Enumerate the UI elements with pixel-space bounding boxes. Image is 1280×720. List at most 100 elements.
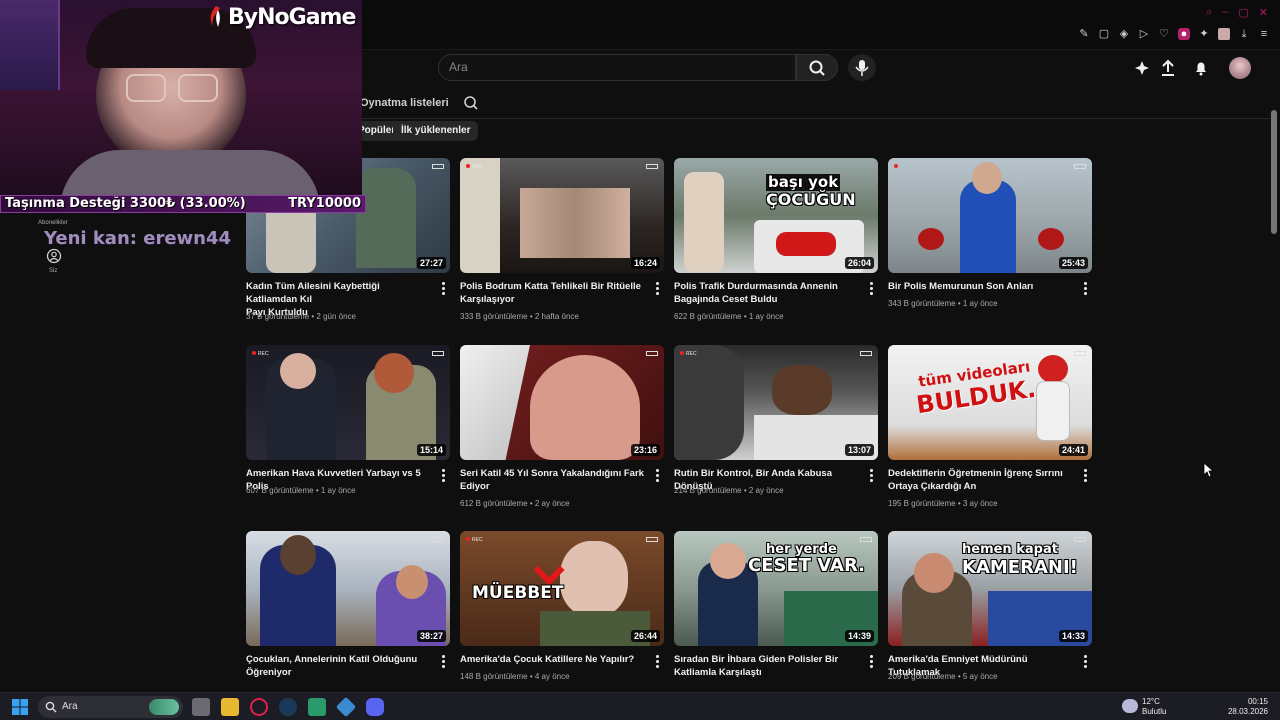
video-title[interactable]: Seri Katil 45 Yıl Sonra Yakalandığını Fa… bbox=[460, 467, 646, 493]
video-thumbnail[interactable]: MÜEBBET REC 26:44 bbox=[460, 531, 664, 646]
thumbnail-caption: ÇOCUĞUN bbox=[766, 190, 856, 209]
puzzle-icon[interactable]: ✦ bbox=[1198, 28, 1210, 40]
thumbnail-caption: hemen kapat bbox=[962, 542, 1058, 557]
video-thumbnail[interactable]: her yerde CESET VAR. 14:39 bbox=[674, 531, 878, 646]
video-meta: 37 B görüntüleme • 2 gün önce bbox=[246, 312, 356, 321]
extension-pink-icon[interactable]: ● bbox=[1178, 28, 1190, 40]
rec-indicator: REC bbox=[680, 351, 697, 357]
shield-icon[interactable]: ◈ bbox=[1118, 28, 1130, 40]
video-thumbnail[interactable]: tüm videoları BULDUK. 24:41 bbox=[888, 345, 1092, 460]
video-duration: 13:07 bbox=[844, 444, 874, 456]
donation-goal-bar: Taşınma Desteği 3300₺ (33.00%) TRY10000 bbox=[0, 195, 366, 213]
voice-search-button[interactable] bbox=[848, 54, 876, 81]
video-thumbnail[interactable]: hemen kapat KAMERANI! 14:33 bbox=[888, 531, 1092, 646]
video-title[interactable]: Polis Trafik Durdurmasında Annenin Bagajı… bbox=[674, 280, 860, 306]
video-thumbnail[interactable]: başı yok ÇOCUĞUN 26:04 bbox=[674, 158, 878, 273]
channel-search-icon[interactable] bbox=[463, 95, 479, 111]
discord-icon[interactable] bbox=[366, 698, 384, 716]
video-title[interactable]: Polis Bodrum Katta Tehlikeli Bir Ritüell… bbox=[460, 280, 646, 306]
weather-widget[interactable]: 12°C Bulutlu bbox=[1142, 697, 1166, 717]
profile-avatar-icon[interactable] bbox=[1218, 28, 1230, 40]
video-meta: 214 B görüntüleme • 2 ay önce bbox=[674, 486, 784, 495]
search-window-icon[interactable]: ⌕ bbox=[1206, 6, 1212, 19]
search-button[interactable] bbox=[796, 54, 838, 81]
search-input[interactable]: Ara bbox=[438, 54, 796, 81]
video-thumbnail[interactable]: REC 16:24 bbox=[460, 158, 664, 273]
thumbnail-caption: CESET VAR. bbox=[748, 555, 865, 576]
video-title[interactable]: Amerika'da Çocuk Katillere Ne Yapılır? bbox=[460, 653, 646, 666]
more-options-icon[interactable] bbox=[654, 655, 660, 669]
maximize-icon[interactable]: ▢ bbox=[1238, 6, 1248, 19]
page-scrollbar[interactable] bbox=[1271, 110, 1277, 234]
chip-oldest[interactable]: İlk yüklenenler bbox=[393, 121, 479, 141]
more-options-icon[interactable] bbox=[868, 469, 874, 483]
video-meta: 333 B görüntüleme • 2 hafta önce bbox=[460, 312, 579, 321]
more-options-icon[interactable] bbox=[654, 469, 660, 483]
account-avatar[interactable] bbox=[1229, 57, 1251, 79]
rec-indicator: REC bbox=[466, 164, 483, 170]
video-meta: 209 B görüntüleme • 5 ay önce bbox=[888, 672, 998, 681]
task-view-icon[interactable] bbox=[192, 698, 210, 716]
video-meta: 622 B görüntüleme • 1 ay önce bbox=[674, 312, 784, 321]
glasses-left bbox=[126, 74, 166, 102]
steam-icon[interactable] bbox=[279, 698, 297, 716]
video-title[interactable]: Sıradan Bir İhbara Giden Polisler Bir Kat… bbox=[674, 653, 860, 679]
more-options-icon[interactable] bbox=[440, 655, 446, 669]
more-options-icon[interactable] bbox=[868, 655, 874, 669]
tab-playlists[interactable]: Oynatma listeleri bbox=[360, 97, 449, 109]
video-title[interactable]: Dedektiflerin Öğretmenin İğrenç Sırrını O… bbox=[888, 467, 1074, 493]
create-icon[interactable] bbox=[1132, 58, 1152, 78]
video-duration: 16:24 bbox=[630, 257, 660, 269]
glasses-right bbox=[178, 74, 218, 102]
sidebar-subscriptions-label[interactable]: Abonelikler bbox=[38, 220, 68, 226]
video-duration: 38:27 bbox=[416, 630, 446, 642]
download-icon[interactable]: ⤓ bbox=[1238, 28, 1250, 40]
video-meta: 148 B görüntüleme • 4 ay önce bbox=[460, 672, 570, 681]
webcam-overlay: ByNoGame bbox=[0, 0, 362, 212]
vs-code-icon[interactable] bbox=[335, 696, 357, 718]
video-thumbnail[interactable]: REC 15:14 bbox=[246, 345, 450, 460]
donation-goal-text: Taşınma Desteği 3300₺ (33.00%) bbox=[5, 196, 246, 211]
close-icon[interactable]: ✕ bbox=[1259, 6, 1268, 19]
more-options-icon[interactable] bbox=[868, 282, 874, 296]
thumbnail-caption: MÜEBBET bbox=[472, 583, 564, 603]
video-thumbnail[interactable]: REC 13:07 bbox=[674, 345, 878, 460]
video-title[interactable]: Çocukları, Annelerinin Katil Olduğunu Öğr… bbox=[246, 653, 432, 679]
more-options-icon[interactable] bbox=[440, 469, 446, 483]
video-meta: 195 B görüntüleme • 3 ay önce bbox=[888, 499, 998, 508]
video-duration: 14:33 bbox=[1058, 630, 1088, 642]
upload-icon[interactable] bbox=[1158, 58, 1178, 78]
menu-icon[interactable]: ≡ bbox=[1258, 28, 1270, 40]
file-explorer-icon[interactable] bbox=[221, 698, 239, 716]
search-icon bbox=[45, 701, 57, 713]
xbox-app-icon[interactable] bbox=[308, 698, 326, 716]
video-thumbnail[interactable]: 25:43 bbox=[888, 158, 1092, 273]
play-icon[interactable]: ▷ bbox=[1138, 28, 1150, 40]
user-circle-icon[interactable] bbox=[46, 248, 62, 264]
clock-date: 28.03.2026 bbox=[1227, 707, 1268, 716]
pin-icon[interactable]: ✎ bbox=[1078, 28, 1090, 40]
video-thumbnail[interactable]: 23:16 bbox=[460, 345, 664, 460]
notifications-bell-icon[interactable] bbox=[1191, 58, 1211, 78]
screenshot-icon[interactable]: ▢ bbox=[1098, 28, 1110, 40]
taskbar-clock[interactable]: 00:15 28.03.2026 bbox=[1228, 697, 1268, 717]
video-meta: 343 B görüntüleme • 1 ay önce bbox=[888, 299, 998, 308]
video-thumbnail[interactable]: 38:27 bbox=[246, 531, 450, 646]
more-options-icon[interactable] bbox=[654, 282, 660, 296]
windows-start-icon[interactable] bbox=[12, 699, 28, 715]
more-options-icon[interactable] bbox=[440, 282, 446, 296]
video-title[interactable]: Bir Polis Memurunun Son Anları bbox=[888, 280, 1074, 293]
thumbnail-caption: başı yok bbox=[766, 173, 841, 191]
taskbar-search[interactable]: Ara bbox=[38, 696, 183, 718]
more-options-icon[interactable] bbox=[1082, 469, 1088, 483]
more-options-icon[interactable] bbox=[1082, 282, 1088, 296]
minimize-icon[interactable]: – bbox=[1222, 6, 1228, 19]
more-options-icon[interactable] bbox=[1082, 655, 1088, 669]
video-duration: 26:44 bbox=[630, 630, 660, 642]
sidebar-you-label[interactable]: Siz bbox=[49, 268, 57, 274]
video-meta: 607 B görüntüleme • 1 ay önce bbox=[246, 486, 356, 495]
opera-gx-icon[interactable] bbox=[250, 698, 268, 716]
video-duration: 14:39 bbox=[844, 630, 874, 642]
new-subscriber-alert: Yeni kan: erewn44 bbox=[44, 228, 232, 249]
heart-icon[interactable]: ♡ bbox=[1158, 28, 1170, 40]
